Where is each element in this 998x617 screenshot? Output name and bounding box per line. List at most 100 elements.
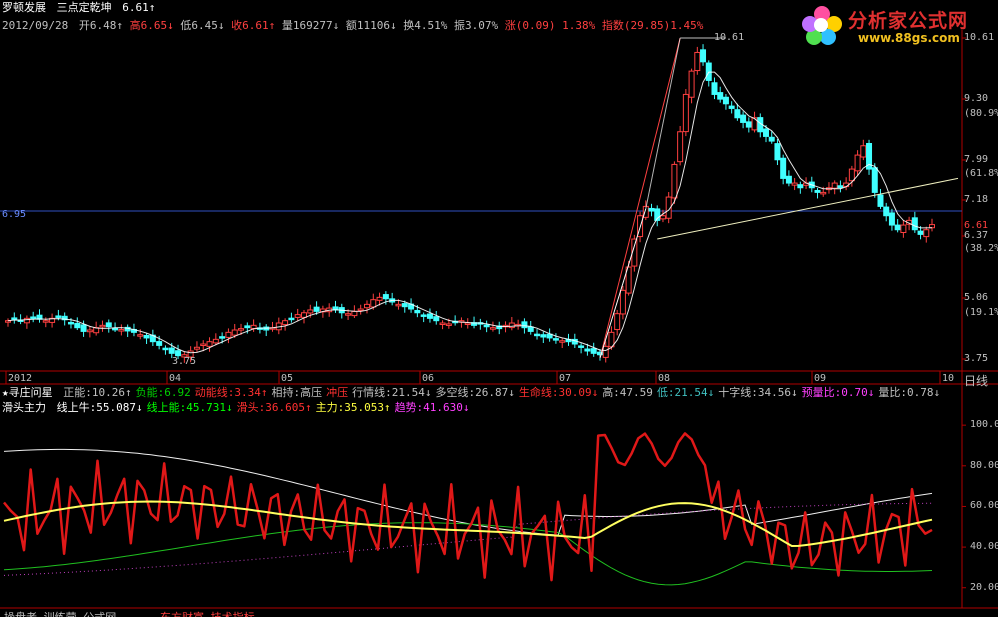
candle-body <box>614 313 621 331</box>
candle-body <box>929 224 935 229</box>
candle-body <box>193 346 200 350</box>
series-huatou <box>3 432 933 582</box>
candle-body <box>883 206 890 217</box>
amp-label: 振 <box>453 19 465 32</box>
candle-body <box>225 331 232 338</box>
indicator2-row: 滑头主力 线上牛:55.087↓ 线上能:45.731↓ 滑头:36.605↑ 主力:… <box>2 401 470 414</box>
candle-body <box>351 310 358 317</box>
candle-body <box>445 323 452 326</box>
candle-body <box>162 347 169 351</box>
ind1-item: 冲压 <box>326 386 349 399</box>
candle-body <box>439 322 446 326</box>
candle-body <box>534 333 541 337</box>
price-axis-label: (61.8%) <box>964 168 998 179</box>
indicator-value: 6.61↑ <box>122 1 156 14</box>
ind2-item: 滑头:36.605↑ <box>236 401 312 414</box>
ind1-item: 行情线:21.54↓ <box>352 386 432 399</box>
open-value: 6.48↑ <box>89 19 123 32</box>
candle-body <box>877 194 884 207</box>
candle-body <box>671 163 678 199</box>
candle-body <box>282 320 289 326</box>
candle-body <box>143 335 150 339</box>
chg-pct: 1.38% <box>562 19 596 32</box>
candle-body <box>244 325 251 329</box>
indicator-axis-label: 40.00 <box>970 541 998 553</box>
candle-body <box>831 182 838 189</box>
indicator2-name[interactable]: 滑头主力 <box>2 401 46 414</box>
logo-url: www.88gs.com <box>858 31 960 45</box>
ind2-item: 趋势:41.630↓ <box>394 401 470 414</box>
time-axis-label: 08 <box>658 373 671 384</box>
time-axis-label: 06 <box>422 373 435 384</box>
candle-body <box>433 316 440 322</box>
candle-body <box>734 109 741 119</box>
amp-value: 3.07% <box>464 19 499 32</box>
candle-body <box>219 336 226 339</box>
flower-logo-icon <box>802 6 842 46</box>
candle-body <box>923 229 930 238</box>
candle-body <box>785 175 792 184</box>
candle-body <box>552 338 559 341</box>
indicator-axis-label: 20.00 <box>970 581 998 593</box>
ind2-item: 线上牛:55.087↓ <box>56 401 143 414</box>
candle-body <box>212 338 219 344</box>
tab-daily[interactable]: 日线 <box>964 372 988 389</box>
low-label: 低 <box>180 19 192 32</box>
stock-title-row: 罗顿发展 三点定乾坤 6.61↑ <box>2 1 155 14</box>
indicator-name[interactable]: 三点定乾坤 <box>57 1 112 14</box>
candle-body <box>86 329 93 333</box>
candle-body <box>231 329 238 336</box>
candle-body <box>619 289 626 315</box>
idx-label: 指数 <box>601 19 624 32</box>
candle-body <box>168 347 175 354</box>
candle-body <box>648 207 655 212</box>
stock-name[interactable]: 罗顿发展 <box>2 1 46 14</box>
indicator1-name[interactable]: ★寻庄问星 <box>2 386 53 399</box>
amt-value: 11106↓ <box>356 19 397 32</box>
close-label: 收 <box>231 19 243 32</box>
candle-body <box>590 348 597 354</box>
candle-body <box>584 348 591 352</box>
ind1-item: 低:21.54↓ <box>656 386 715 399</box>
turn-value: 4.51% <box>414 19 448 32</box>
candle-body <box>711 82 718 95</box>
price-axis-label: 10.61 <box>964 32 995 43</box>
candle-body <box>112 327 119 331</box>
price-axis-label: 9.30 <box>964 93 989 104</box>
idx-pct: 1.45% <box>670 19 704 32</box>
ind1-item: 量比:0.78↓ <box>878 386 941 399</box>
ind1-item: 多空线:26.87↓ <box>435 386 515 399</box>
chg-label: 涨 <box>504 19 516 32</box>
indicator-axis-label: 60.00 <box>970 500 998 512</box>
ind1-item: 十字线:34.56↓ <box>718 386 798 399</box>
candle-body <box>888 212 895 226</box>
time-axis-label: 04 <box>169 373 182 384</box>
price-moving-average <box>7 71 933 354</box>
indicator-axis-label: 80.00 <box>970 459 998 471</box>
candle-body <box>307 309 314 314</box>
candle-body <box>67 321 74 325</box>
price-axis-label: (38.2%) <box>964 243 998 254</box>
site-logo[interactable]: 分析家公式网 www.88gs.com <box>796 0 996 52</box>
price-axis-label: (19.1%) <box>964 307 998 318</box>
candle-body <box>250 324 257 330</box>
candle-body <box>42 320 49 323</box>
high-label: 高 <box>129 19 141 32</box>
candle-body <box>370 299 377 308</box>
candle-body <box>206 341 213 347</box>
candle-body <box>345 313 352 316</box>
candle-body <box>717 92 724 100</box>
candle-body <box>105 322 112 328</box>
ind1-item: 相持:高压 <box>271 386 323 399</box>
candle-body <box>768 136 775 142</box>
price-axis-label: 5.06 <box>964 292 989 303</box>
open-label: 开 <box>78 19 90 32</box>
time-axis-label: 09 <box>814 373 827 384</box>
candle-body <box>837 185 844 189</box>
candle-body <box>395 303 402 307</box>
candle-body <box>55 315 62 318</box>
idx-value: (29.85) <box>623 19 671 32</box>
series-xianshangneng <box>3 522 933 586</box>
candle-body <box>137 334 144 337</box>
candle-body <box>426 313 433 319</box>
